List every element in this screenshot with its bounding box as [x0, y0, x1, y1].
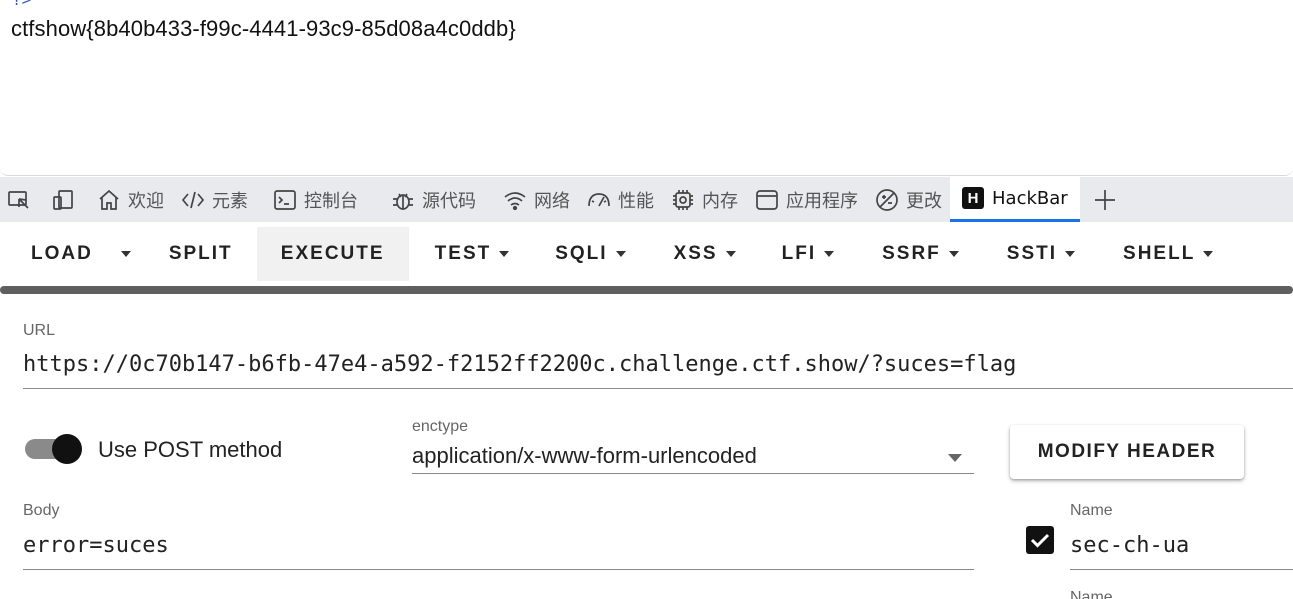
tab-hackbar[interactable]: H HackBar [950, 177, 1080, 222]
sqli-label: SQLI [555, 243, 608, 264]
flag-text: ctfshow{8b40b433-f99c-4441-93c9-85d08a4c… [11, 16, 516, 41]
test-menu-button[interactable]: TEST [409, 227, 534, 281]
lfi-menu-button[interactable]: LFI [760, 227, 859, 281]
post-method-toggle[interactable] [25, 434, 82, 464]
device-icon [53, 189, 73, 210]
tab-network-label: 网络 [534, 190, 570, 212]
tab-elements[interactable]: 元素 [172, 177, 256, 222]
chevron-down-icon [499, 251, 510, 257]
chevron-down-icon [1203, 251, 1214, 257]
execute-button[interactable]: EXECUTE [256, 227, 409, 281]
header-name-label: Name [1070, 502, 1113, 519]
url-label: URL [23, 322, 56, 339]
body-input[interactable]: error=suces [23, 533, 169, 558]
modify-header-button[interactable]: MODIFY HEADER [1010, 425, 1244, 479]
chevron-down-icon [615, 251, 626, 257]
ssrf-menu-button[interactable]: SSRF [858, 227, 983, 281]
header-name-underline [1070, 569, 1293, 570]
load-button[interactable]: LOAD [0, 227, 121, 281]
tab-console[interactable]: 控制台 [264, 177, 366, 222]
ssti-menu-button[interactable]: SSTI [983, 227, 1099, 281]
ssrf-label: SSRF [882, 243, 941, 264]
header-enabled-checkbox[interactable] [1026, 526, 1054, 554]
xss-menu-button[interactable]: XSS [650, 227, 760, 281]
tab-welcome-label: 欢迎 [128, 190, 164, 212]
tab-welcome[interactable]: 欢迎 [88, 177, 172, 222]
url-input[interactable]: https://0c70b147-b6fb-47e4-a592-f2152ff2… [23, 352, 1016, 377]
enctype-underline [412, 473, 974, 474]
page-content: ?> ctfshow{8b40b433-f99c-4441-93c9-85d08… [0, 0, 1293, 176]
tab-application-label: 应用程序 [786, 190, 858, 212]
bug-icon [393, 193, 413, 210]
xss-label: XSS [673, 243, 718, 264]
wifi-icon [504, 191, 526, 210]
sqli-menu-button[interactable]: SQLI [533, 227, 649, 281]
gauge-icon [588, 192, 610, 206]
test-label: TEST [434, 243, 492, 264]
code-icon [181, 191, 205, 208]
execute-label: EXECUTE [280, 243, 385, 264]
devtools-tab-strip: 欢迎 元素 控制台 源代码 网络 性能 内存 应用程序 更改 H HackBar [0, 177, 1293, 222]
inspect-tool[interactable] [0, 177, 44, 222]
tab-elements-label: 元素 [212, 190, 248, 212]
tab-sources[interactable]: 源代码 [382, 177, 484, 222]
chip-icon [673, 189, 693, 210]
tab-hackbar-label: HackBar [992, 187, 1068, 209]
tab-performance-label: 性能 [618, 190, 654, 212]
tab-sources-label: 源代码 [422, 190, 476, 212]
more-tools-button[interactable] [1080, 177, 1136, 222]
check-icon [1030, 533, 1050, 548]
hackbar-logo: H [962, 187, 984, 209]
hackbar-toolbar: LOAD SPLIT EXECUTE TEST SQLI XSS LFI SSR… [0, 222, 1293, 286]
load-dropdown-button[interactable] [120, 227, 139, 281]
modify-header-label: MODIFY HEADER [1037, 441, 1217, 462]
next-header-name-label: Name [1070, 589, 1113, 599]
tab-changes-label: 更改 [906, 190, 942, 212]
chevron-down-icon [725, 251, 736, 257]
url-underline [23, 388, 1293, 389]
body-underline [23, 569, 974, 570]
body-label: Body [23, 502, 60, 519]
chevron-down-icon[interactable] [948, 454, 962, 462]
window-icon [756, 189, 778, 210]
shell-label: SHELL [1123, 243, 1196, 264]
plus-icon [1094, 189, 1115, 210]
chevron-down-icon [120, 251, 131, 257]
tab-network[interactable]: 网络 [494, 177, 578, 222]
enctype-select[interactable]: application/x-www-form-urlencoded [412, 443, 757, 469]
post-method-label: Use POST method [98, 437, 283, 462]
chevron-down-icon [1065, 251, 1076, 257]
home-icon [99, 189, 119, 210]
load-label: LOAD [31, 243, 93, 264]
lfi-label: LFI [781, 243, 817, 264]
changes-icon [876, 188, 898, 211]
enctype-label: enctype [412, 418, 469, 435]
tab-application[interactable]: 应用程序 [746, 177, 866, 222]
tab-performance[interactable]: 性能 [578, 177, 662, 222]
progress-bar [0, 286, 1293, 294]
split-button[interactable]: SPLIT [139, 227, 257, 281]
tab-memory[interactable]: 内存 [662, 177, 746, 222]
device-toolbar-toggle[interactable] [44, 177, 88, 222]
inspect-icon [8, 190, 29, 209]
console-icon [274, 189, 296, 210]
toggle-knob [52, 434, 82, 464]
tab-changes[interactable]: 更改 [866, 177, 950, 222]
shell-menu-button[interactable]: SHELL [1099, 227, 1237, 281]
ssti-label: SSTI [1006, 243, 1058, 264]
split-label: SPLIT [168, 243, 233, 264]
chevron-down-icon [948, 251, 959, 257]
tab-memory-label: 内存 [702, 190, 738, 212]
php-close-tag: ?> [12, 0, 31, 9]
chevron-down-icon [824, 251, 835, 257]
header-name-input[interactable]: sec-ch-ua [1070, 533, 1189, 558]
tab-console-label: 控制台 [304, 190, 358, 212]
